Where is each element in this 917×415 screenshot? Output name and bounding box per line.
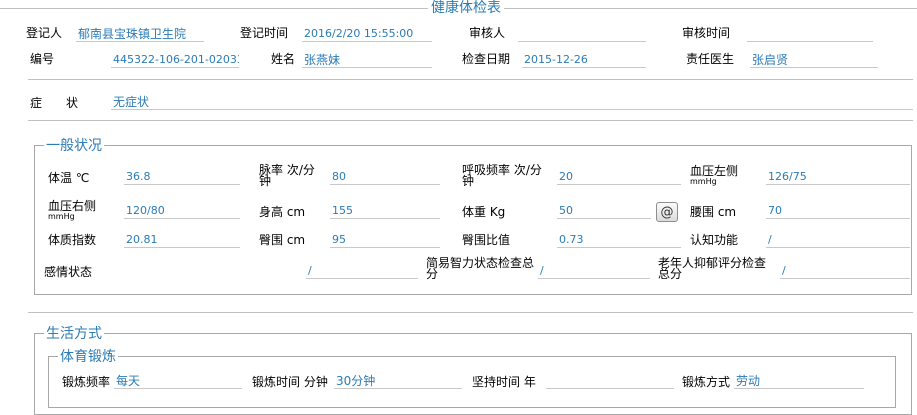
cognition-label: 认知功能 [690, 233, 739, 247]
general-legend: 一般状况 [44, 138, 104, 154]
mmse-field[interactable]: / [538, 263, 650, 279]
name-label: 姓名 [271, 52, 296, 66]
bmi-calc-button[interactable]: @ [656, 202, 678, 222]
lifestyle-legend: 生活方式 [44, 326, 104, 342]
name-field[interactable]: 张燕妹 [302, 52, 432, 68]
resp-label: 呼吸频率 次/分钟 [462, 163, 542, 188]
bmi-field[interactable]: 20.81 [124, 232, 240, 248]
whr-label: 臀围比值 [462, 233, 511, 247]
resp-field[interactable]: 20 [557, 169, 681, 185]
exercise-mode-field[interactable]: 劳动 [734, 373, 864, 389]
height-field[interactable]: 155 [330, 203, 440, 219]
bp-right-label: 血压右侧 mmHg [48, 200, 96, 221]
exercise-years-field[interactable] [546, 373, 674, 389]
reg-time-field[interactable]: 2016/2/20 15:55:00 [302, 26, 432, 42]
bp-left-unit: mmHg [690, 177, 717, 186]
registrant-field[interactable]: 郁南县宝珠镇卫生院 [76, 26, 204, 42]
divider [28, 312, 913, 313]
weight-label: 体重 Kg [462, 205, 506, 219]
id-field[interactable]: 445322-106-201-02033 [111, 52, 239, 68]
doctor-label: 责任医生 [686, 52, 735, 66]
bmi-label: 体质指数 [48, 233, 97, 247]
exercise-time-field[interactable]: 30分钟 [334, 373, 462, 389]
whr-field[interactable]: 0.73 [557, 232, 681, 248]
divider [28, 120, 913, 121]
pulse-label: 脉率 次/分钟 [259, 163, 315, 188]
hip-label: 臀围 cm [259, 233, 306, 247]
doctor-field[interactable]: 张启贤 [750, 52, 878, 68]
exercise-years-label: 坚持时间 年 [472, 375, 536, 389]
bp-right-field[interactable]: 120/80 [124, 203, 240, 219]
exercise-legend: 体育锻炼 [58, 349, 118, 365]
id-label: 编号 [30, 52, 55, 66]
divider [28, 79, 913, 80]
cognition-field[interactable]: / [766, 232, 910, 248]
pulse-field[interactable]: 80 [330, 169, 440, 185]
bp-right-unit: mmHg [48, 212, 75, 221]
temp-label: 体温 ℃ [48, 171, 90, 185]
exam-date-label: 检查日期 [462, 52, 511, 66]
exercise-freq-label: 锻炼频率 [62, 375, 111, 389]
exercise-mode-label: 锻炼方式 [682, 375, 731, 389]
emotion-field[interactable]: / [306, 263, 418, 279]
exercise-freq-field[interactable]: 每天 [114, 373, 242, 389]
temp-field[interactable]: 36.8 [124, 169, 240, 185]
bp-left-title: 血压左侧 [690, 164, 739, 178]
hip-field[interactable]: 95 [330, 232, 440, 248]
review-time-field[interactable] [747, 26, 873, 42]
review-time-label: 审核时间 [682, 26, 731, 40]
form-title: 健康体检表 [428, 0, 504, 16]
depression-field[interactable]: / [780, 263, 910, 279]
exercise-time-label: 锻炼时间 分钟 [252, 375, 328, 389]
emotion-label: 感情状态 [44, 265, 93, 279]
waist-label: 腰围 cm [690, 205, 737, 219]
symptom-field[interactable]: 无症状 [111, 94, 913, 110]
registrant-label: 登记人 [26, 26, 63, 40]
reg-time-label: 登记时间 [240, 26, 289, 40]
exam-date-field[interactable]: 2015-12-26 [522, 52, 646, 68]
reviewer-label: 审核人 [469, 26, 506, 40]
mmse-label: 简易智力状态检查总分 [426, 256, 535, 281]
symptom-label: 症 状 [30, 96, 79, 110]
bp-left-field[interactable]: 126/75 [766, 169, 910, 185]
bp-left-label: 血压左侧 mmHg [690, 165, 738, 186]
weight-field[interactable]: 50 [557, 203, 651, 219]
waist-field[interactable]: 70 [766, 203, 910, 219]
depression-label: 老年人抑郁评分检查总分 [658, 256, 767, 281]
height-label: 身高 cm [259, 205, 306, 219]
bp-right-title: 血压右侧 [48, 199, 97, 213]
reviewer-field[interactable] [518, 26, 646, 42]
